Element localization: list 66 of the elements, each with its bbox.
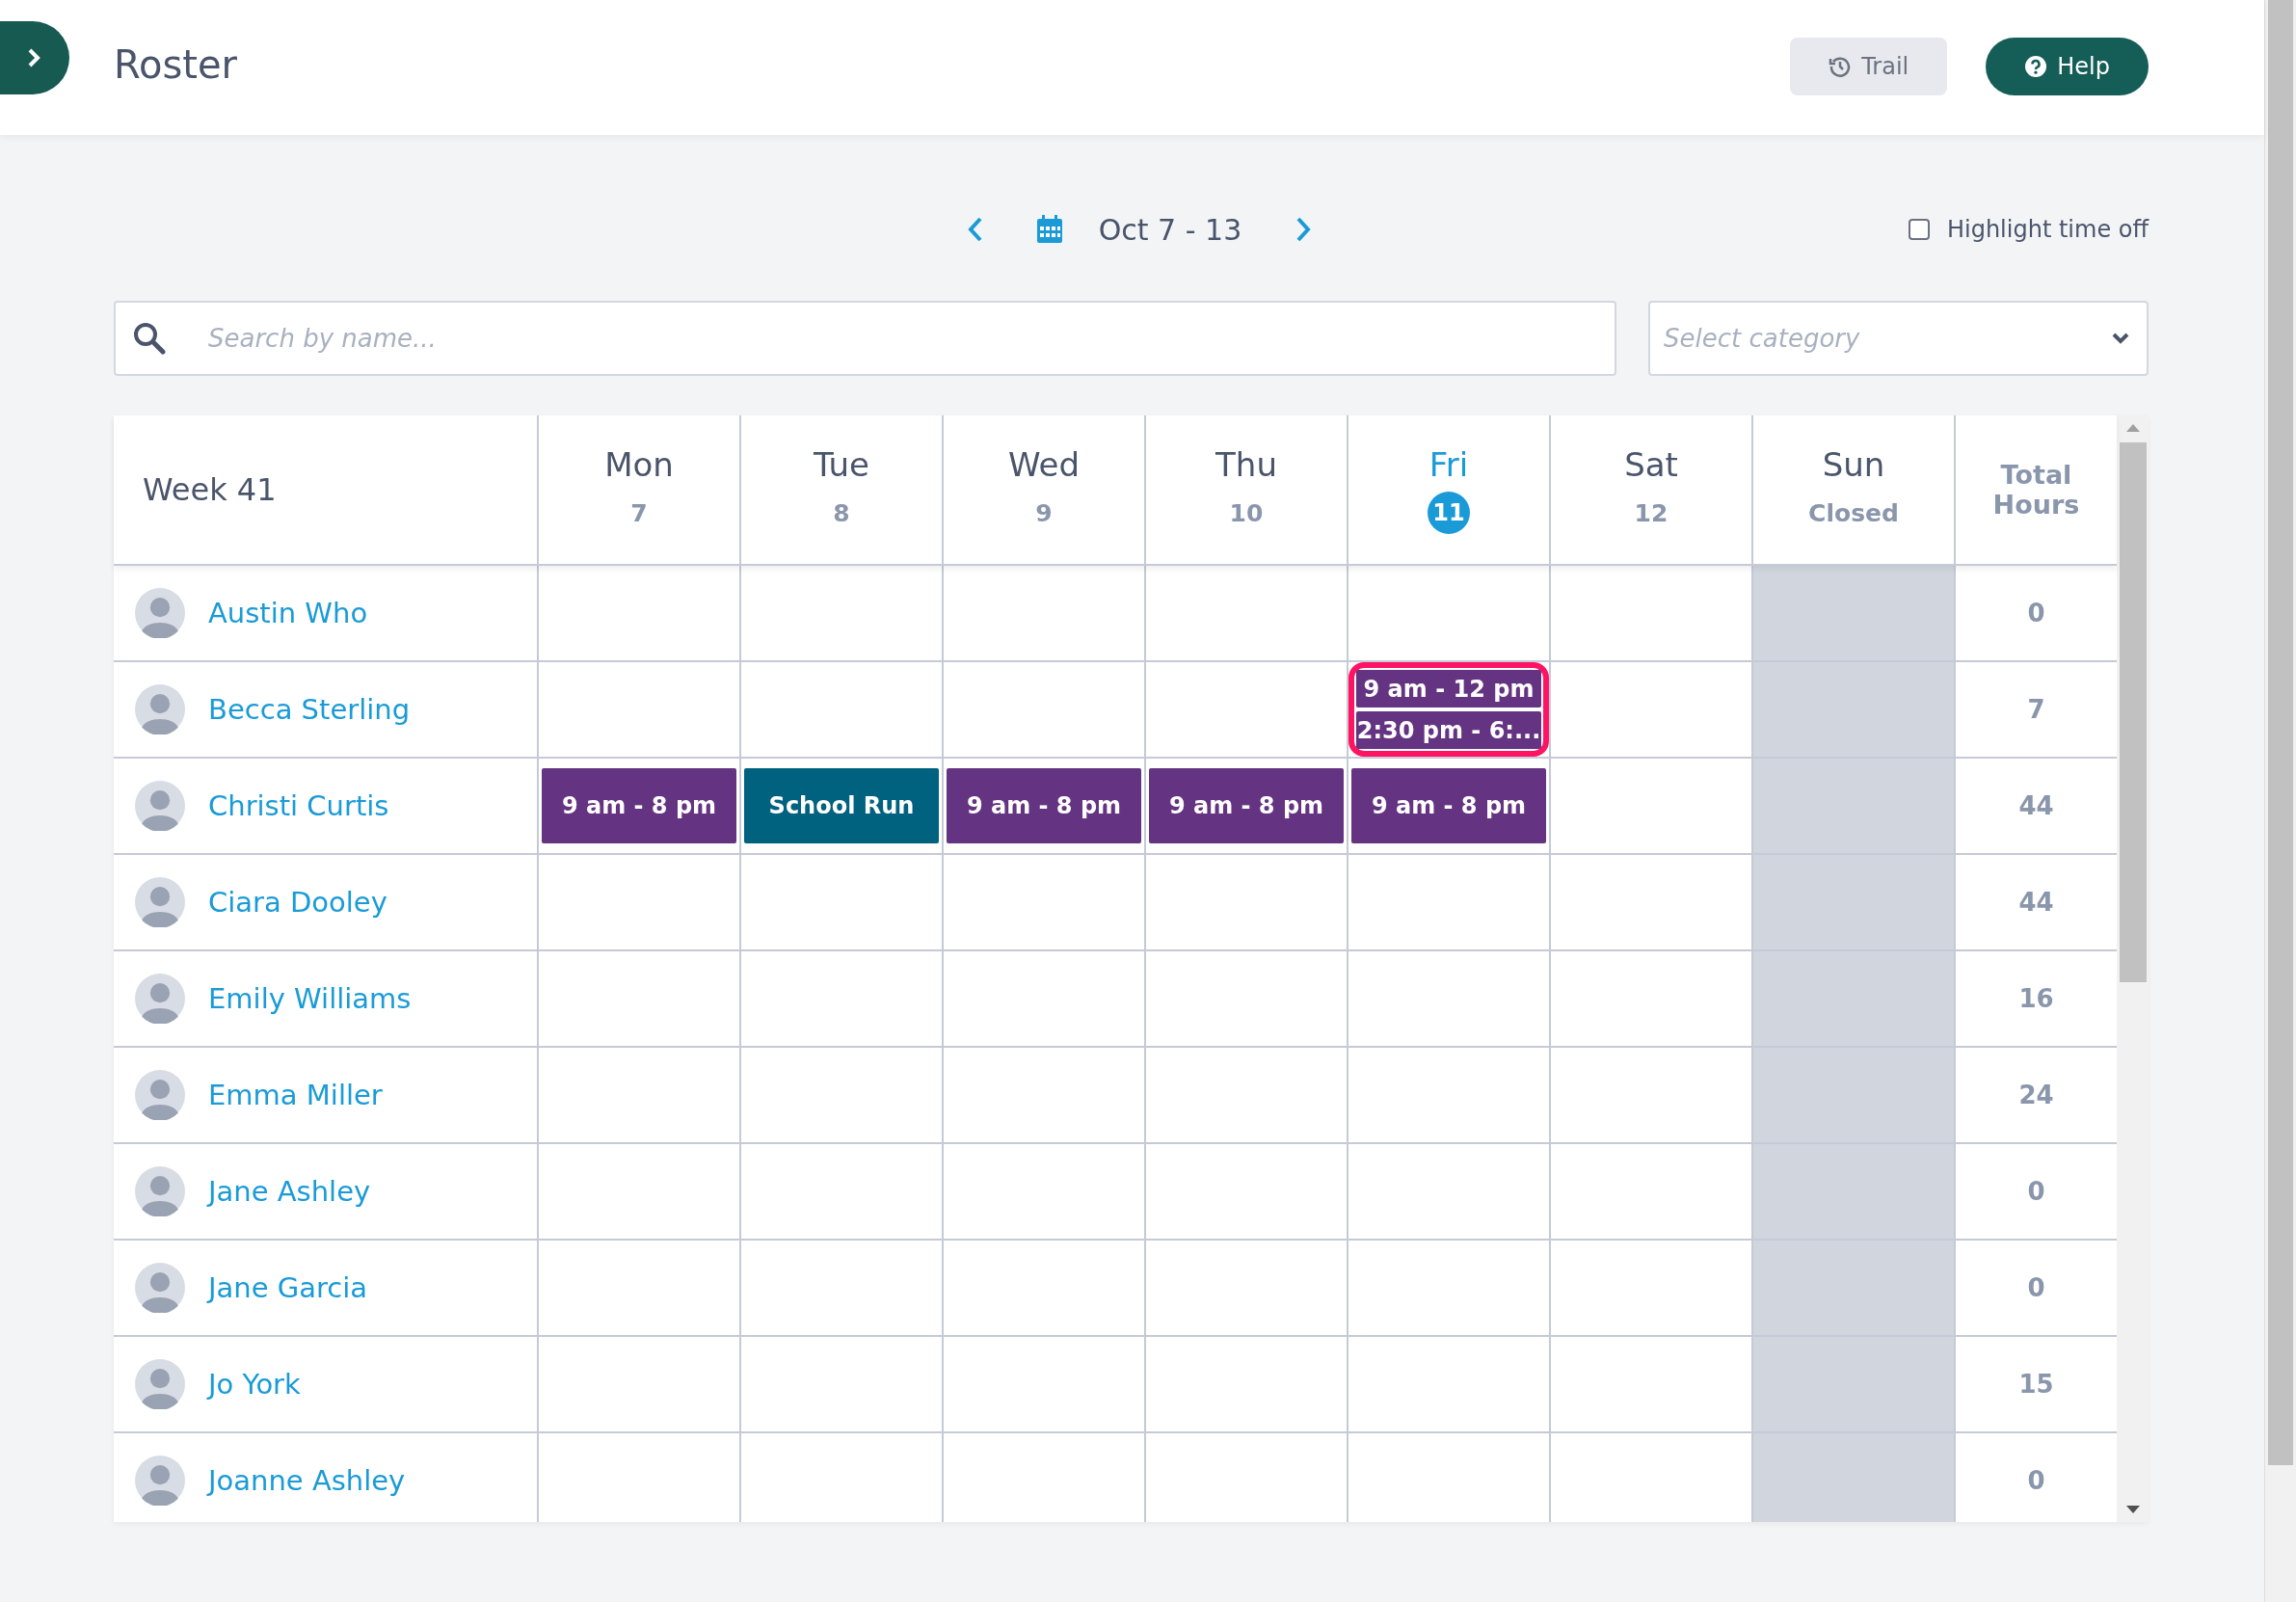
table-cell[interactable] [1751,951,1954,1046]
avatar [135,1070,185,1120]
table-cell[interactable] [1751,662,1954,757]
shift-block[interactable]: 9 am - 8 pm [542,768,736,843]
day-name: Sat [1624,445,1678,484]
table-cell[interactable] [1751,566,1954,660]
table-cell[interactable] [1751,1337,1954,1431]
today-date-badge: 11 [1428,492,1470,534]
avatar [135,684,185,734]
table-cell[interactable]: 9 am - 8 pm [537,759,739,853]
search-icon [133,322,166,355]
day-date: 7 [630,497,648,529]
calendar-icon [1034,214,1064,245]
day-date: 10 [1229,497,1264,529]
shift-block[interactable]: 9 am - 8 pm [1351,768,1546,843]
avatar [135,974,185,1024]
avatar [135,1359,185,1409]
day-name: Tue [813,445,870,484]
table-cell[interactable]: School Run [739,759,942,853]
event-block[interactable]: School Run [744,768,939,843]
help-button[interactable]: Help [1986,38,2149,95]
day-name: Wed [1007,445,1081,484]
shift-block[interactable]: 9 am - 8 pm [947,768,1141,843]
avatar [135,1263,185,1313]
page-scrollbar[interactable] [2268,0,2293,1465]
table-cell[interactable] [1751,1048,1954,1142]
table-cell[interactable] [1751,759,1954,853]
checkbox-label: Highlight time off [1946,216,2149,243]
scroll-up-arrow-icon[interactable] [2125,423,2140,433]
chevron-down-icon [2112,332,2129,345]
table-cell[interactable] [1751,1144,1954,1239]
table-cell[interactable] [1751,855,1954,949]
avatar [135,1455,185,1506]
trail-button[interactable]: Trail [1790,38,1948,95]
table-cell[interactable] [1751,1433,1954,1522]
table-cell[interactable]: 9 am - 8 pm [1347,759,1549,853]
shift-block[interactable]: 9 am - 12 pm [1356,670,1541,708]
avatar [135,588,185,638]
table-cell[interactable]: 9 am - 8 pm [1144,759,1347,853]
history-icon [1829,55,1853,78]
question-circle-icon [2024,55,2048,78]
table-scrollbar[interactable] [2117,415,2149,1522]
avatar [135,1166,185,1216]
shift-block[interactable]: 2:30 pm - 6:... [1356,711,1541,749]
page-title: Roster [114,42,239,87]
day-name: Fri [1428,445,1469,484]
search-field[interactable]: Search by name... [114,301,1616,376]
table-cell[interactable] [1751,1241,1954,1335]
avatar [135,877,185,927]
week-range: Oct 7 - 13 [1098,212,1242,247]
day-name: Mon [604,445,674,484]
highlight-time-off-checkbox[interactable] [1908,219,1930,240]
sidebar-toggle-button[interactable] [0,21,69,94]
day-name: Thu [1215,445,1277,484]
avatar [135,781,185,831]
table-cell[interactable]: 9 am - 8 pm [942,759,1144,853]
total-hours-header: Total Hours [1991,459,2081,521]
scroll-down-arrow-icon[interactable] [2125,1505,2140,1514]
day-date: 8 [833,497,850,529]
week-number: Week 41 [143,471,277,508]
shift-block[interactable]: 9 am - 8 pm [1149,768,1344,843]
day-date: Closed [1808,497,1899,529]
day-date: 12 [1634,497,1669,529]
selected-table-cell[interactable]: 9 am - 12 pm 2:30 pm - 6:... [1347,662,1549,757]
day-name: Sun [1822,445,1885,484]
day-date: 9 [1035,497,1053,529]
